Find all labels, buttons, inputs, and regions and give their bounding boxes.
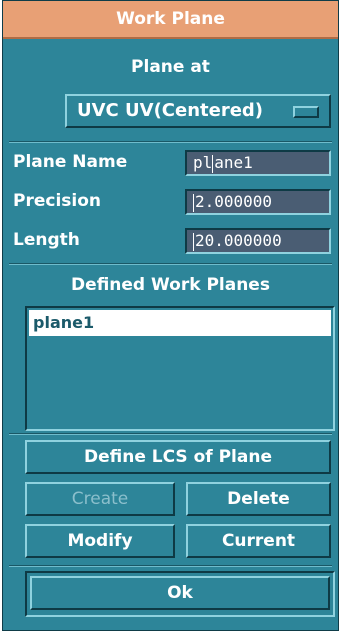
length-value: 20.000000 <box>195 231 282 250</box>
separator <box>9 141 332 143</box>
defined-work-planes-label: Defined Work Planes <box>71 275 270 295</box>
precision-value: 2.000000 <box>195 192 273 211</box>
precision-field[interactable]: 2.000000 <box>185 189 331 215</box>
plane-name-field[interactable]: pl ane1 <box>185 150 331 176</box>
work-plane-dialog: Work Plane Plane at UVC UV(Centered) Pla… <box>2 0 339 631</box>
defined-work-planes-list[interactable]: plane1 <box>25 306 335 431</box>
title-bar[interactable]: Work Plane <box>3 1 338 39</box>
text-cursor-icon <box>193 193 194 212</box>
separator <box>9 433 332 435</box>
plane-at-selected-value: UVC UV(Centered) <box>77 100 264 121</box>
option-menu-indicator-icon <box>293 106 319 118</box>
define-lcs-of-plane-button[interactable]: Define LCS of Plane <box>25 440 331 474</box>
list-item[interactable]: plane1 <box>29 310 331 336</box>
ok-button[interactable]: Ok <box>30 576 330 610</box>
precision-label: Precision <box>13 191 102 211</box>
create-button[interactable]: Create <box>25 482 175 516</box>
separator <box>9 263 332 265</box>
delete-button[interactable]: Delete <box>186 482 331 516</box>
modify-button[interactable]: Modify <box>25 524 175 558</box>
length-field[interactable]: 20.000000 <box>185 228 331 254</box>
plane-at-label: Plane at <box>131 57 210 77</box>
plane-name-value-end: ane1 <box>214 153 253 172</box>
separator <box>9 565 332 567</box>
default-button-frame: Ok <box>25 571 335 617</box>
plane-name-label: Plane Name <box>13 152 128 172</box>
text-cursor-icon <box>193 232 194 251</box>
plane-at-option-menu[interactable]: UVC UV(Centered) <box>65 94 331 128</box>
plane-name-value-start: pl <box>193 153 213 172</box>
length-label: Length <box>13 230 80 250</box>
current-button[interactable]: Current <box>186 524 331 558</box>
